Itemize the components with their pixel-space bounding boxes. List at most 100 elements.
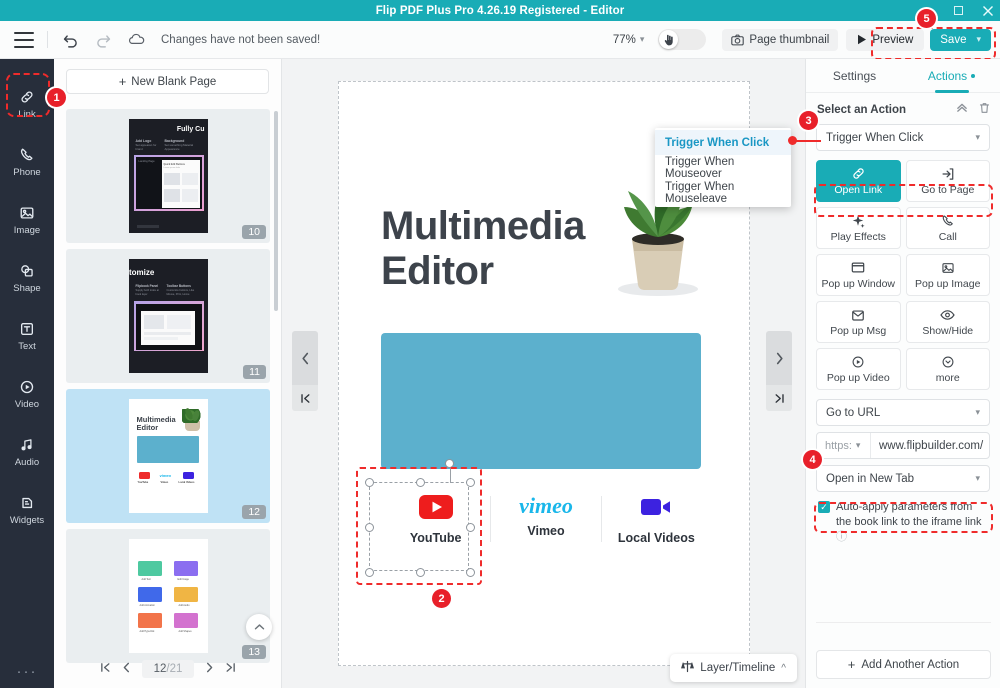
selection-box[interactable] <box>365 459 475 577</box>
window-titlebar: Flip PDF Plus Pro 4.26.19 Registered - E… <box>0 0 1000 21</box>
rotate-handle[interactable] <box>445 459 454 468</box>
action-show-hide[interactable]: Show/Hide <box>905 301 990 343</box>
delete-icon[interactable] <box>979 102 990 117</box>
rail-item-link[interactable]: Link <box>0 77 54 131</box>
thumbnail-list[interactable]: Fully Cu Add Logo Set appearan for brand … <box>54 105 282 688</box>
rail-item-image[interactable]: Image <box>0 193 54 247</box>
action-popup-window[interactable]: Pop up Window <box>816 254 901 296</box>
canvas-first-page-button[interactable] <box>292 385 318 411</box>
action-popup-video[interactable]: Pop up Video <box>816 348 901 390</box>
tab-actions[interactable]: Actions <box>903 59 1000 93</box>
resize-handle-sw[interactable] <box>365 567 374 577</box>
action-popup-msg[interactable]: Pop up Msg <box>816 301 901 343</box>
callout-badge-3: 3 <box>799 111 818 130</box>
rail-item-audio[interactable]: Audio <box>0 425 54 479</box>
menu-item-trigger-when-mouseleave[interactable]: Trigger When Mouseleave <box>655 180 791 205</box>
page-indicator[interactable]: 12/21 <box>141 660 195 678</box>
hand-tool-toggle[interactable] <box>658 29 707 50</box>
thumbnail-page-number: 11 <box>243 365 266 379</box>
resize-handle-e[interactable] <box>466 523 475 532</box>
url-input-row[interactable]: https: ▾ www.flipbuilder.com/ <box>816 432 990 459</box>
save-button[interactable]: Save ▾ <box>930 28 991 51</box>
rail-item-label: Text <box>18 341 36 352</box>
auto-apply-checkbox[interactable]: ✓ <box>818 501 830 513</box>
tab-settings[interactable]: Settings <box>806 59 903 93</box>
add-another-action-button[interactable]: + Add Another Action <box>816 650 991 679</box>
menu-item-trigger-when-mouseover[interactable]: Trigger When Mouseover <box>655 155 791 180</box>
rail-item-shape[interactable]: Shape <box>0 251 54 305</box>
protocol-select[interactable]: https: ▾ <box>817 433 871 458</box>
thumbnail-scrollbar[interactable] <box>274 111 278 311</box>
video-icon <box>19 378 35 396</box>
chevron-down-circle-icon <box>941 354 955 369</box>
main-toolbar: Changes have not been saved! 77% ▾ Page … <box>0 21 1000 60</box>
url-input[interactable]: www.flipbuilder.com/ <box>871 440 989 452</box>
link-icon <box>19 88 35 106</box>
action-label: Go to Page <box>921 184 975 196</box>
rail-item-video[interactable]: Video <box>0 367 54 421</box>
maximize-icon[interactable] <box>950 3 966 19</box>
next-page-button[interactable] <box>205 662 214 676</box>
window-title: Flip PDF Plus Pro 4.26.19 Registered - E… <box>375 4 625 17</box>
resize-handle-s[interactable] <box>415 567 425 577</box>
scroll-to-top-button[interactable] <box>246 614 272 640</box>
chevron-down-icon[interactable]: ▾ <box>976 34 981 45</box>
rail-more-icon[interactable]: ··· <box>0 663 54 680</box>
first-page-button[interactable] <box>100 662 111 676</box>
vimeo-icon: vimeo <box>519 493 573 518</box>
action-more[interactable]: more <box>905 348 990 390</box>
action-popup-image[interactable]: Pop up Image <box>905 254 990 296</box>
thumbnail-page-10[interactable]: Fully Cu Add Logo Set appearan for brand … <box>66 109 270 243</box>
link-mode-select[interactable]: Go to URL ▾ <box>816 399 990 426</box>
resize-handle-w[interactable] <box>365 523 374 532</box>
link-target-select[interactable]: Open in New Tab ▾ <box>816 465 990 492</box>
collapse-icon[interactable] <box>956 102 968 117</box>
resize-handle-n[interactable] <box>415 478 425 487</box>
last-page-button[interactable] <box>225 662 236 676</box>
rail-item-label: Phone <box>13 167 41 178</box>
total-pages-value: 21 <box>169 663 183 675</box>
prev-page-button[interactable] <box>122 662 131 676</box>
canvas-last-page-button[interactable] <box>766 385 792 411</box>
canvas-next-page-button[interactable] <box>766 331 792 385</box>
page-thumbnail-button[interactable]: Page thumbnail <box>722 28 839 51</box>
rail-item-text[interactable]: Text <box>0 309 54 363</box>
trigger-type-select[interactable]: Trigger When Click ▾ <box>816 124 990 151</box>
info-icon[interactable]: ⓘ <box>836 531 847 543</box>
redo-icon[interactable] <box>92 29 114 51</box>
undo-icon[interactable] <box>59 29 81 51</box>
zoom-level-selector[interactable]: 77% ▾ <box>613 34 645 46</box>
layer-timeline-button[interactable]: Layer/Timeline ^ <box>670 654 797 682</box>
resize-handle-ne[interactable] <box>466 478 475 487</box>
thumbnail-preview: Add Text Edit Image Add Animation Add Au… <box>128 539 208 653</box>
preview-button[interactable]: Preview <box>846 28 925 51</box>
resize-handle-se[interactable] <box>466 567 475 577</box>
trigger-dropdown-menu[interactable]: Trigger When Click Trigger When Mouseove… <box>655 128 791 207</box>
close-icon[interactable] <box>980 3 996 19</box>
callout-badge-2: 2 <box>432 589 451 608</box>
resize-handle-nw[interactable] <box>365 478 374 487</box>
rail-item-widgets[interactable]: Widgets <box>0 483 54 537</box>
action-call[interactable]: Call <box>905 207 990 249</box>
menu-icon[interactable] <box>14 31 34 48</box>
new-blank-page-button[interactable]: + New Blank Page <box>66 69 269 94</box>
action-play-effects[interactable]: Play Effects <box>816 207 901 249</box>
action-label: Pop up Image <box>915 278 981 290</box>
cloud-icon[interactable] <box>125 29 147 51</box>
link-target-value: Open in New Tab <box>826 472 915 485</box>
media-placeholder-box[interactable] <box>381 333 701 469</box>
rail-item-phone[interactable]: Phone <box>0 135 54 189</box>
thumbnail-page-11[interactable]: stomize Flipbook Panel Supply both looks… <box>66 249 270 383</box>
plus-icon: + <box>118 74 127 89</box>
menu-item-trigger-when-click[interactable]: Trigger When Click <box>655 130 791 155</box>
action-label: more <box>935 372 960 384</box>
canvas-prev-page-button[interactable] <box>292 331 318 385</box>
thumbnail-page-12[interactable]: Multimedia Editor YouTube vimeo Vimeo Loc… <box>66 389 270 523</box>
action-label: Pop up Window <box>821 278 896 290</box>
thumbnail-page-13[interactable]: Add Text Edit Image Add Animation Add Au… <box>66 529 270 663</box>
video-source-vimeo[interactable]: vimeo Vimeo <box>491 487 600 565</box>
unsaved-dot-icon <box>971 73 976 78</box>
action-go-to-page[interactable]: Go to Page <box>905 160 990 202</box>
action-open-link[interactable]: Open Link <box>816 160 901 202</box>
video-source-local[interactable]: Local Videos <box>602 487 711 565</box>
